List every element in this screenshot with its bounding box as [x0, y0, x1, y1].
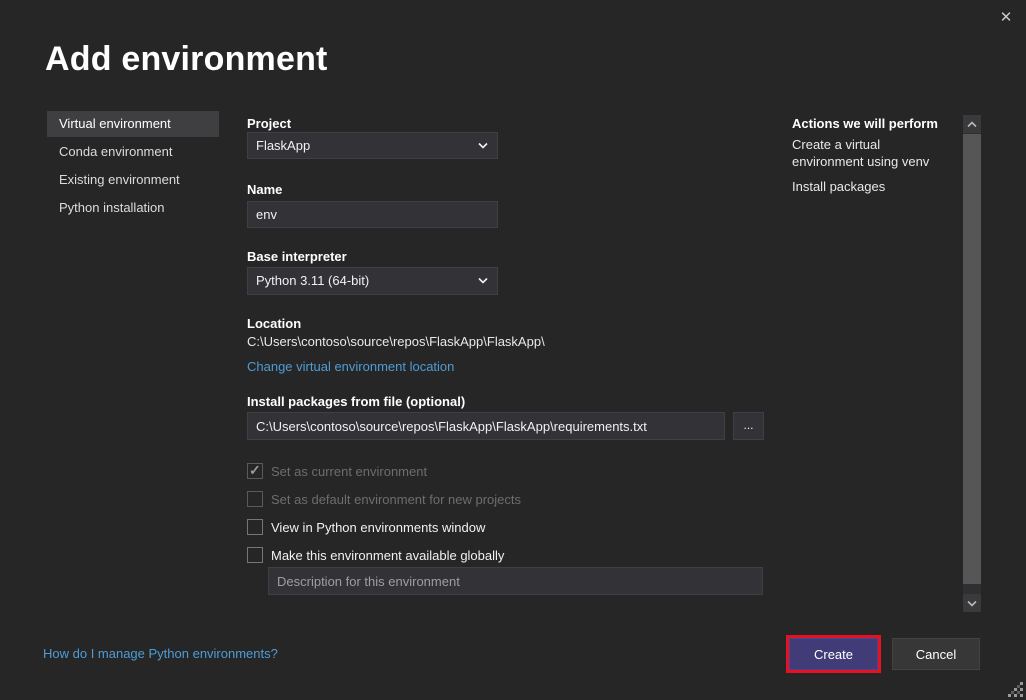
- sidebar-item-python-installation[interactable]: Python installation: [47, 195, 219, 221]
- checkbox-view-in-python-environments[interactable]: View in Python environments window: [247, 519, 485, 535]
- checkbox-icon: [247, 463, 263, 479]
- change-location-link[interactable]: Change virtual environment location: [247, 359, 454, 374]
- install-packages-label: Install packages from file (optional): [247, 394, 465, 409]
- sidebar-item-conda-environment[interactable]: Conda environment: [47, 139, 219, 165]
- sidebar-item-virtual-environment[interactable]: Virtual environment: [47, 111, 219, 137]
- location-path: C:\Users\contoso\source\repos\FlaskApp\F…: [247, 334, 545, 349]
- browse-button[interactable]: ...: [733, 412, 764, 440]
- actions-panel-title: Actions we will perform: [792, 116, 952, 131]
- name-label: Name: [247, 182, 282, 197]
- location-label: Location: [247, 316, 301, 331]
- checkbox-label: Set as current environment: [271, 464, 427, 479]
- description-input[interactable]: [268, 567, 763, 595]
- scrollbar-thumb[interactable]: [963, 134, 981, 584]
- checkbox-label: Make this environment available globally: [271, 548, 504, 563]
- project-dropdown[interactable]: FlaskApp: [247, 132, 498, 159]
- manage-environments-help-link[interactable]: How do I manage Python environments?: [43, 646, 278, 661]
- add-environment-dialog: ✕ Add environment Virtual environment Co…: [0, 0, 1026, 700]
- action-item: Install packages: [792, 178, 952, 195]
- checkbox-set-as-default-environment[interactable]: Set as default environment for new proje…: [247, 491, 521, 507]
- project-dropdown-value: FlaskApp: [256, 138, 310, 153]
- checkbox-icon: [247, 491, 263, 507]
- checkbox-icon: [247, 519, 263, 535]
- create-button[interactable]: Create: [789, 638, 878, 670]
- close-icon[interactable]: ✕: [994, 6, 1018, 30]
- name-input[interactable]: [247, 201, 498, 228]
- sidebar-item-existing-environment[interactable]: Existing environment: [47, 167, 219, 193]
- checkbox-make-available-globally[interactable]: Make this environment available globally: [247, 547, 504, 563]
- install-packages-input[interactable]: [247, 412, 725, 440]
- action-item: Create a virtual environment using venv: [792, 136, 952, 170]
- chevron-down-icon: [478, 277, 488, 284]
- resize-grip-icon[interactable]: [1008, 682, 1023, 697]
- scroll-up-icon[interactable]: [963, 115, 981, 133]
- scroll-down-icon[interactable]: [963, 594, 981, 612]
- checkbox-set-as-current-environment[interactable]: Set as current environment: [247, 463, 427, 479]
- base-interpreter-label: Base interpreter: [247, 249, 347, 264]
- actions-panel: Actions we will perform Create a virtual…: [792, 116, 952, 195]
- cancel-button[interactable]: Cancel: [892, 638, 980, 670]
- chevron-down-icon: [478, 142, 488, 149]
- checkbox-icon: [247, 547, 263, 563]
- vertical-scrollbar[interactable]: [963, 115, 981, 612]
- checkbox-label: Set as default environment for new proje…: [271, 492, 521, 507]
- project-label: Project: [247, 116, 291, 131]
- dialog-title: Add environment: [45, 40, 328, 79]
- base-interpreter-dropdown-value: Python 3.11 (64-bit): [256, 273, 369, 288]
- environment-type-list: Virtual environment Conda environment Ex…: [47, 111, 219, 223]
- checkbox-label: View in Python environments window: [271, 520, 485, 535]
- base-interpreter-dropdown[interactable]: Python 3.11 (64-bit): [247, 267, 498, 295]
- red-highlight-annotation: Create: [786, 635, 881, 673]
